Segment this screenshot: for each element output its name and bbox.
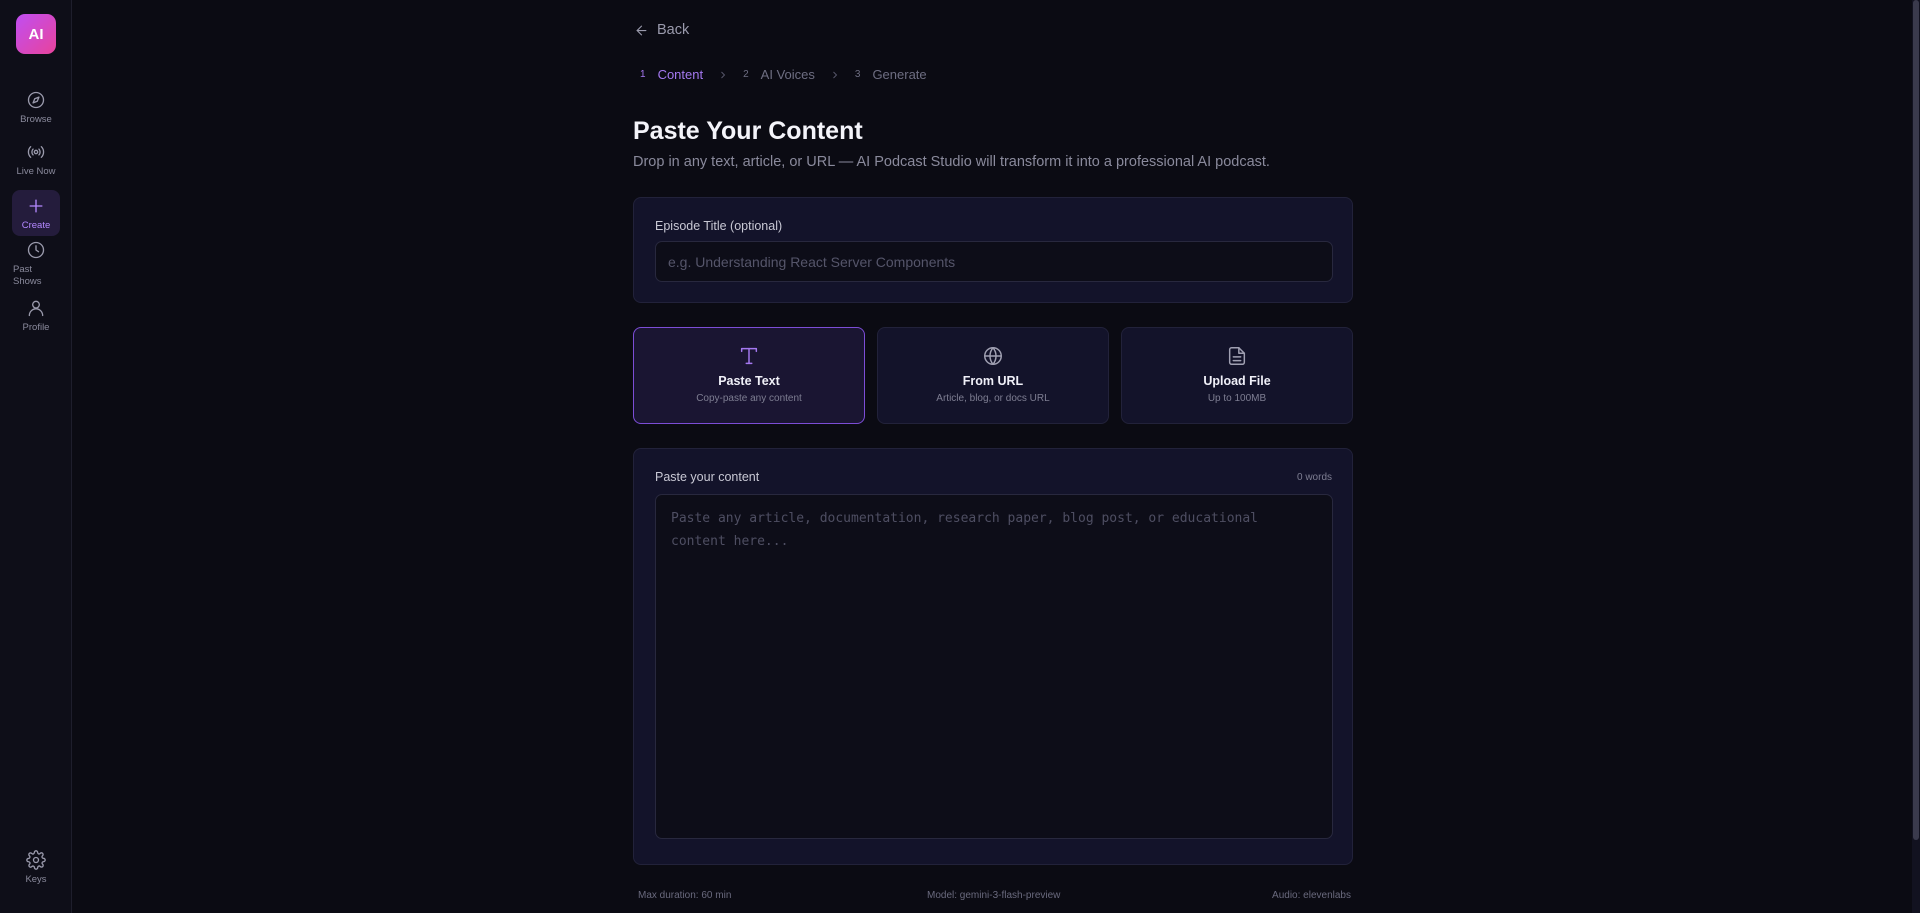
- footer-audio: Audio: elevenlabs: [1272, 890, 1351, 901]
- plus-icon: [29, 199, 43, 213]
- back-button[interactable]: Back: [634, 22, 689, 38]
- step-number: 1: [640, 69, 646, 80]
- app-logo[interactable]: AI: [16, 14, 56, 54]
- mode-subtitle: Up to 100MB: [1207, 393, 1267, 404]
- sidebar-item-label: Create: [21, 220, 51, 231]
- sidebar-item-label: Keys: [25, 874, 47, 885]
- page-subtitle: Drop in any text, article, or URL — AI P…: [633, 154, 1270, 170]
- page-scrollbar[interactable]: [1912, 0, 1920, 913]
- stepper: 1 Content 2 AI Voices 3 Generate: [640, 67, 927, 82]
- step-generate[interactable]: 3 Generate: [855, 67, 927, 82]
- page-title: Paste Your Content: [633, 117, 863, 145]
- step-label: Content: [657, 67, 704, 82]
- sidebar-item-profile[interactable]: Profile: [12, 298, 60, 334]
- mode-title: Paste Text: [718, 374, 780, 388]
- sidebar-item-browse[interactable]: Browse: [12, 90, 60, 126]
- text-icon: [740, 347, 758, 365]
- step-label: AI Voices: [760, 67, 815, 82]
- user-icon: [28, 300, 44, 317]
- sidebar-item-keys[interactable]: Keys: [12, 850, 60, 886]
- step-number: 2: [743, 69, 749, 80]
- gear-icon: [26, 850, 46, 870]
- back-label: Back: [657, 22, 690, 38]
- mode-subtitle: Article, blog, or docs URL: [936, 393, 1050, 404]
- footer-max-duration: Max duration: 60 min: [638, 890, 732, 901]
- sidebar-item-live-now[interactable]: Live Now: [12, 142, 60, 178]
- mode-title: From URL: [962, 374, 1024, 388]
- content-card: Paste your content 0 words: [633, 448, 1353, 865]
- word-count: 0 words: [1296, 472, 1332, 483]
- footer-model: Model: gemini-3-flash-preview: [927, 890, 1061, 901]
- arrow-left-icon: [636, 25, 647, 35]
- sidebar-item-past-shows[interactable]: Past Shows: [12, 240, 60, 288]
- compass-icon: [27, 91, 45, 109]
- logo-text: AI: [28, 25, 44, 43]
- sidebar: AI Browse Live Now Create Past Shows Pro…: [0, 0, 72, 913]
- episode-title-card: Episode Title (optional): [633, 197, 1353, 303]
- chevron-right-icon: [833, 71, 838, 78]
- broadcast-icon: [27, 146, 45, 158]
- globe-icon: [984, 347, 1002, 365]
- scrollbar-thumb[interactable]: [1913, 0, 1919, 840]
- episode-title-input[interactable]: [655, 241, 1333, 282]
- step-content[interactable]: 1 Content: [640, 67, 703, 82]
- mode-subtitle: Copy-paste any content: [696, 393, 802, 404]
- mode-paste-text[interactable]: Paste Text Copy-paste any content: [633, 327, 865, 424]
- sidebar-item-label: Browse: [20, 114, 52, 125]
- sidebar-item-create[interactable]: Create: [12, 190, 60, 236]
- mode-upload-file[interactable]: Upload File Up to 100MB: [1121, 327, 1353, 424]
- clock-icon: [27, 241, 45, 259]
- step-number: 3: [854, 69, 861, 80]
- sidebar-item-label: Live Now: [16, 166, 56, 177]
- step-label: Generate: [872, 67, 927, 82]
- mode-title: Upload File: [1203, 374, 1271, 388]
- content-label: Paste your content: [655, 470, 760, 484]
- episode-title-label: Episode Title (optional): [655, 219, 783, 233]
- file-icon: [1228, 347, 1246, 365]
- sidebar-item-label: Profile: [22, 322, 50, 333]
- content-textarea[interactable]: [655, 494, 1333, 839]
- sidebar-item-label: Past Shows: [13, 264, 42, 287]
- mode-from-url[interactable]: From URL Article, blog, or docs URL: [877, 327, 1109, 424]
- chevron-right-icon: [721, 71, 726, 78]
- step-ai-voices[interactable]: 2 AI Voices: [743, 67, 815, 82]
